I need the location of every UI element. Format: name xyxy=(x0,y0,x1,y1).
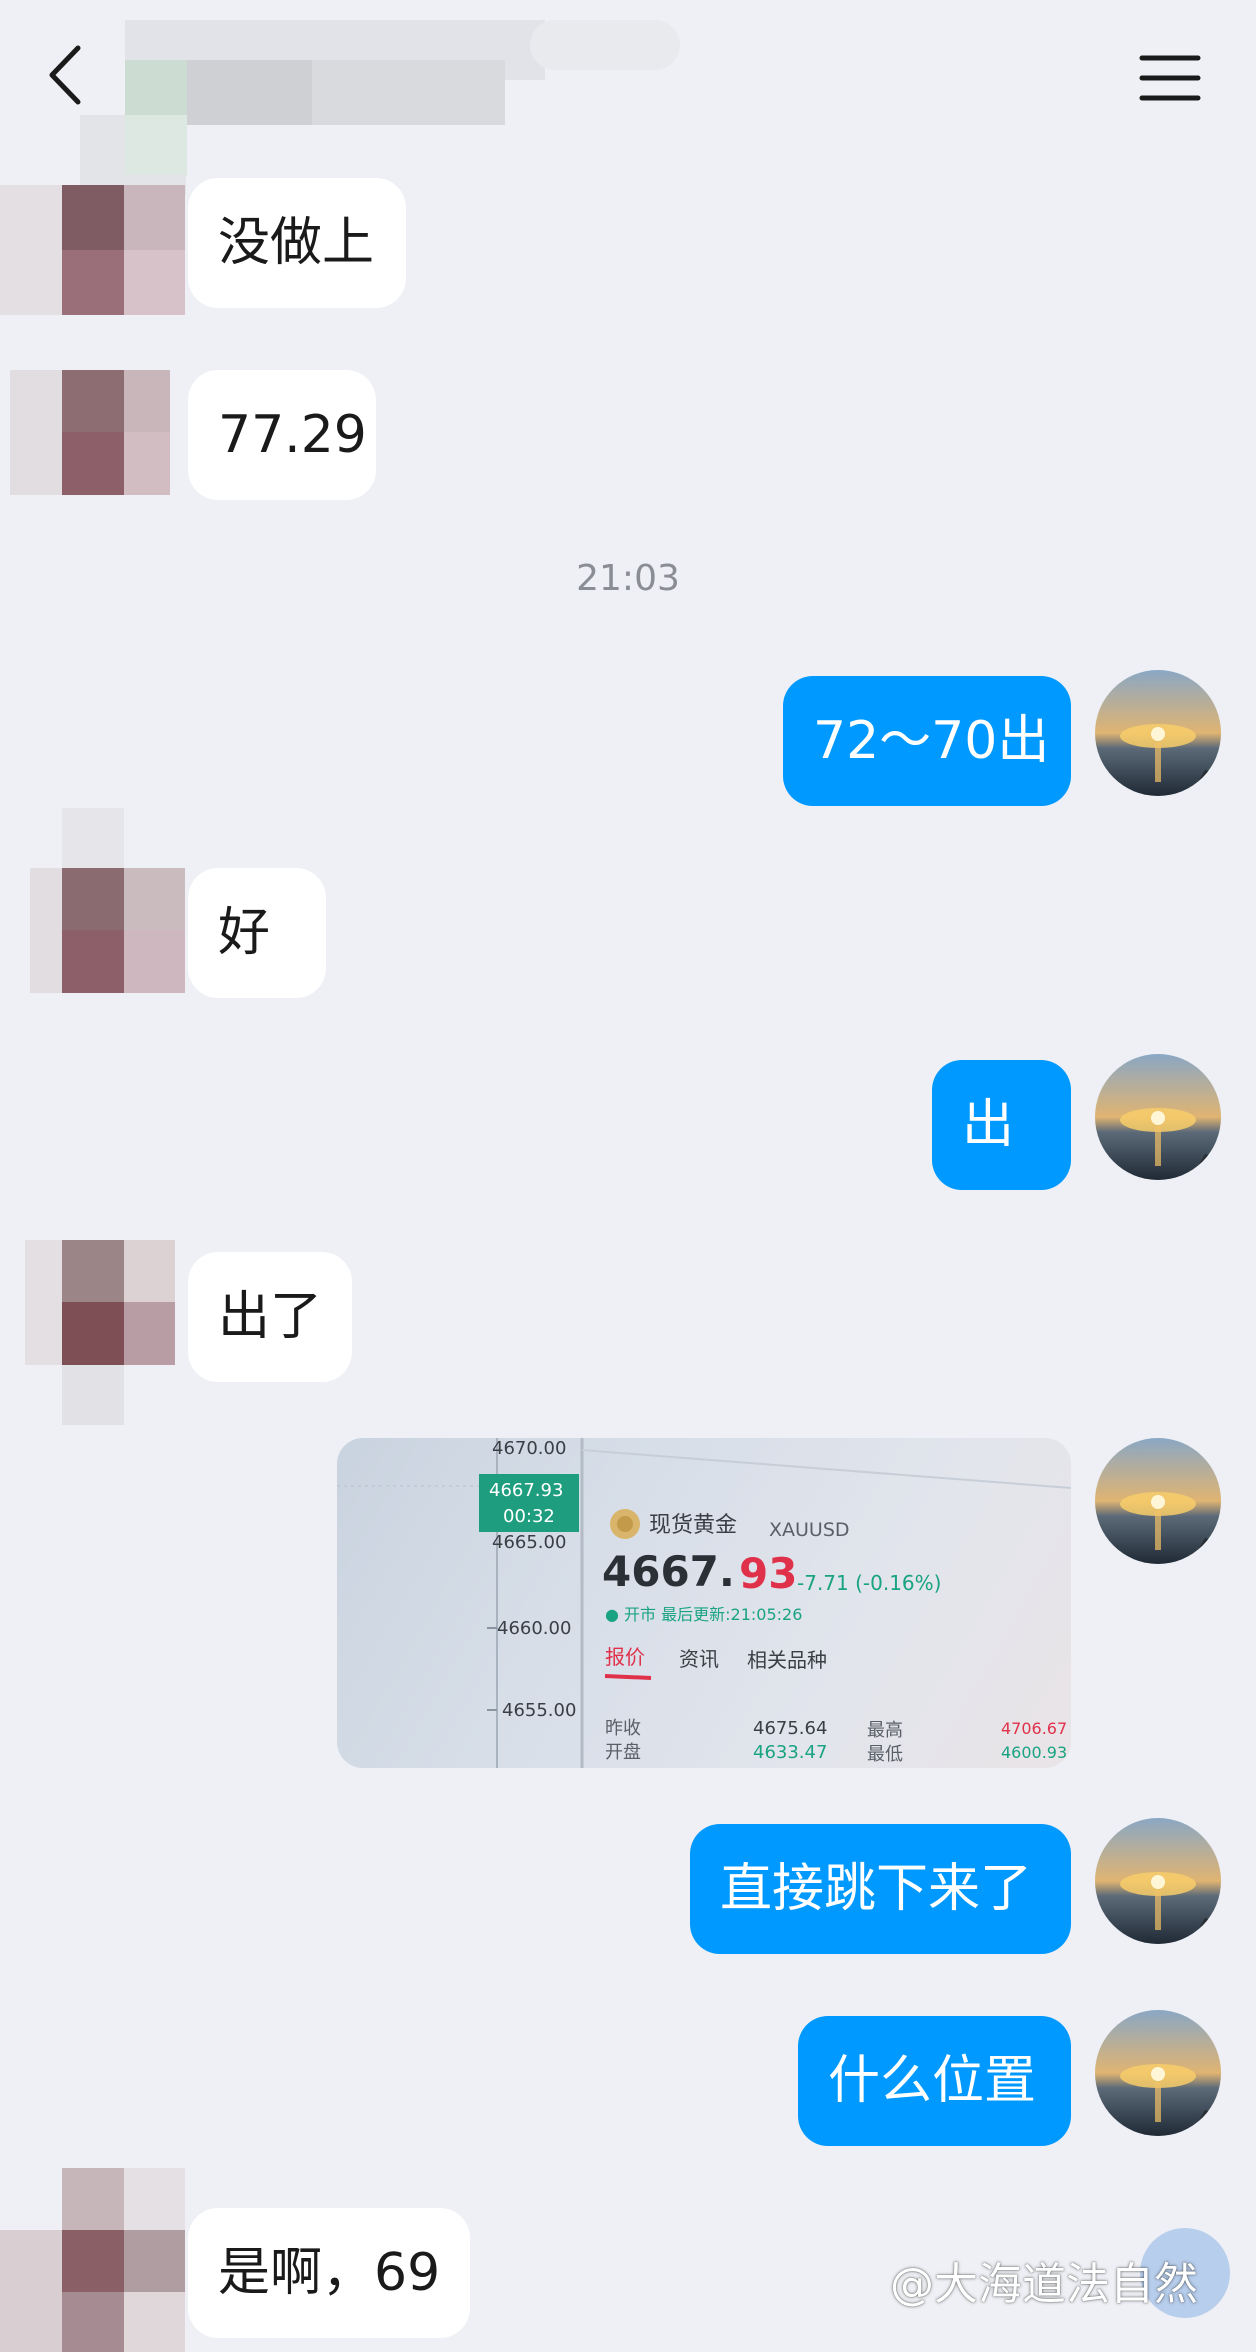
tab-related: 相关品种 xyxy=(747,1648,827,1672)
contact-avatar[interactable] xyxy=(0,2168,185,2352)
row-value: 4706.67 xyxy=(1001,1719,1067,1738)
price-main: 4667. xyxy=(602,1547,735,1596)
row-value: 4600.93 xyxy=(1001,1743,1067,1762)
market-status: ● 开市 最后更新:21:05:26 xyxy=(605,1605,802,1624)
row-value: 4633.47 xyxy=(753,1742,827,1763)
price-decimal: 93 xyxy=(739,1549,797,1598)
contact-name-mosaic xyxy=(80,15,680,195)
row-label: 最低 xyxy=(867,1744,903,1765)
image-message[interactable]: 4670.00 4667.93 00:32 4665.00 4660.00 46… xyxy=(337,1438,1071,1768)
row-value: 4675.64 xyxy=(753,1718,827,1739)
current-price-tag: 4667.93 xyxy=(489,1480,563,1501)
instrument-name: 现货黄金 xyxy=(649,1513,737,1538)
gold-quote-screenshot: 4670.00 4667.93 00:32 4665.00 4660.00 46… xyxy=(337,1438,1071,1768)
tab-quote: 报价 xyxy=(605,1645,645,1669)
axis-price-label: 4660.00 xyxy=(497,1618,571,1639)
self-avatar[interactable] xyxy=(1095,2010,1221,2136)
self-avatar[interactable] xyxy=(1095,1054,1221,1180)
message-bubble-outgoing[interactable]: 72～70出 xyxy=(783,676,1071,806)
self-avatar[interactable] xyxy=(1095,670,1221,796)
contact-avatar[interactable] xyxy=(0,185,185,315)
contact-avatar[interactable] xyxy=(25,1240,175,1425)
row-label: 昨收 xyxy=(605,1718,641,1739)
instrument-code: XAUUSD xyxy=(769,1519,850,1541)
row-label: 开盘 xyxy=(605,1742,641,1763)
top-bar xyxy=(0,0,1256,195)
tab-news: 资讯 xyxy=(679,1647,719,1671)
hamburger-menu-icon[interactable] xyxy=(1138,50,1202,106)
message-bubble-incoming[interactable]: 77.29 xyxy=(188,370,376,500)
price-change: -7.71 (-0.16%) xyxy=(797,1571,941,1595)
message-bubble-incoming[interactable]: 没做上 xyxy=(188,178,406,308)
self-avatar[interactable] xyxy=(1095,1818,1221,1944)
message-bubble-incoming[interactable]: 好 xyxy=(188,868,326,998)
message-bubble-outgoing[interactable]: 直接跳下来了 xyxy=(690,1824,1071,1954)
message-bubble-incoming[interactable]: 出了 xyxy=(188,1252,352,1382)
axis-price-label: 4665.00 xyxy=(492,1532,566,1553)
message-timestamp: 21:03 xyxy=(576,558,680,599)
watermark: @大海道法自然 xyxy=(890,2259,1198,2310)
axis-price-label: 4670.00 xyxy=(492,1438,566,1459)
current-price-timer: 00:32 xyxy=(503,1506,555,1527)
contact-avatar[interactable] xyxy=(0,370,170,495)
message-bubble-outgoing[interactable]: 什么位置 xyxy=(798,2016,1071,2146)
message-bubble-outgoing[interactable]: 出 xyxy=(932,1060,1071,1190)
self-avatar[interactable] xyxy=(1095,1438,1221,1564)
axis-price-label: 4655.00 xyxy=(502,1700,576,1721)
contact-avatar[interactable] xyxy=(30,808,185,993)
message-bubble-incoming[interactable]: 是啊，69 xyxy=(188,2208,470,2338)
row-label: 最高 xyxy=(867,1720,903,1741)
